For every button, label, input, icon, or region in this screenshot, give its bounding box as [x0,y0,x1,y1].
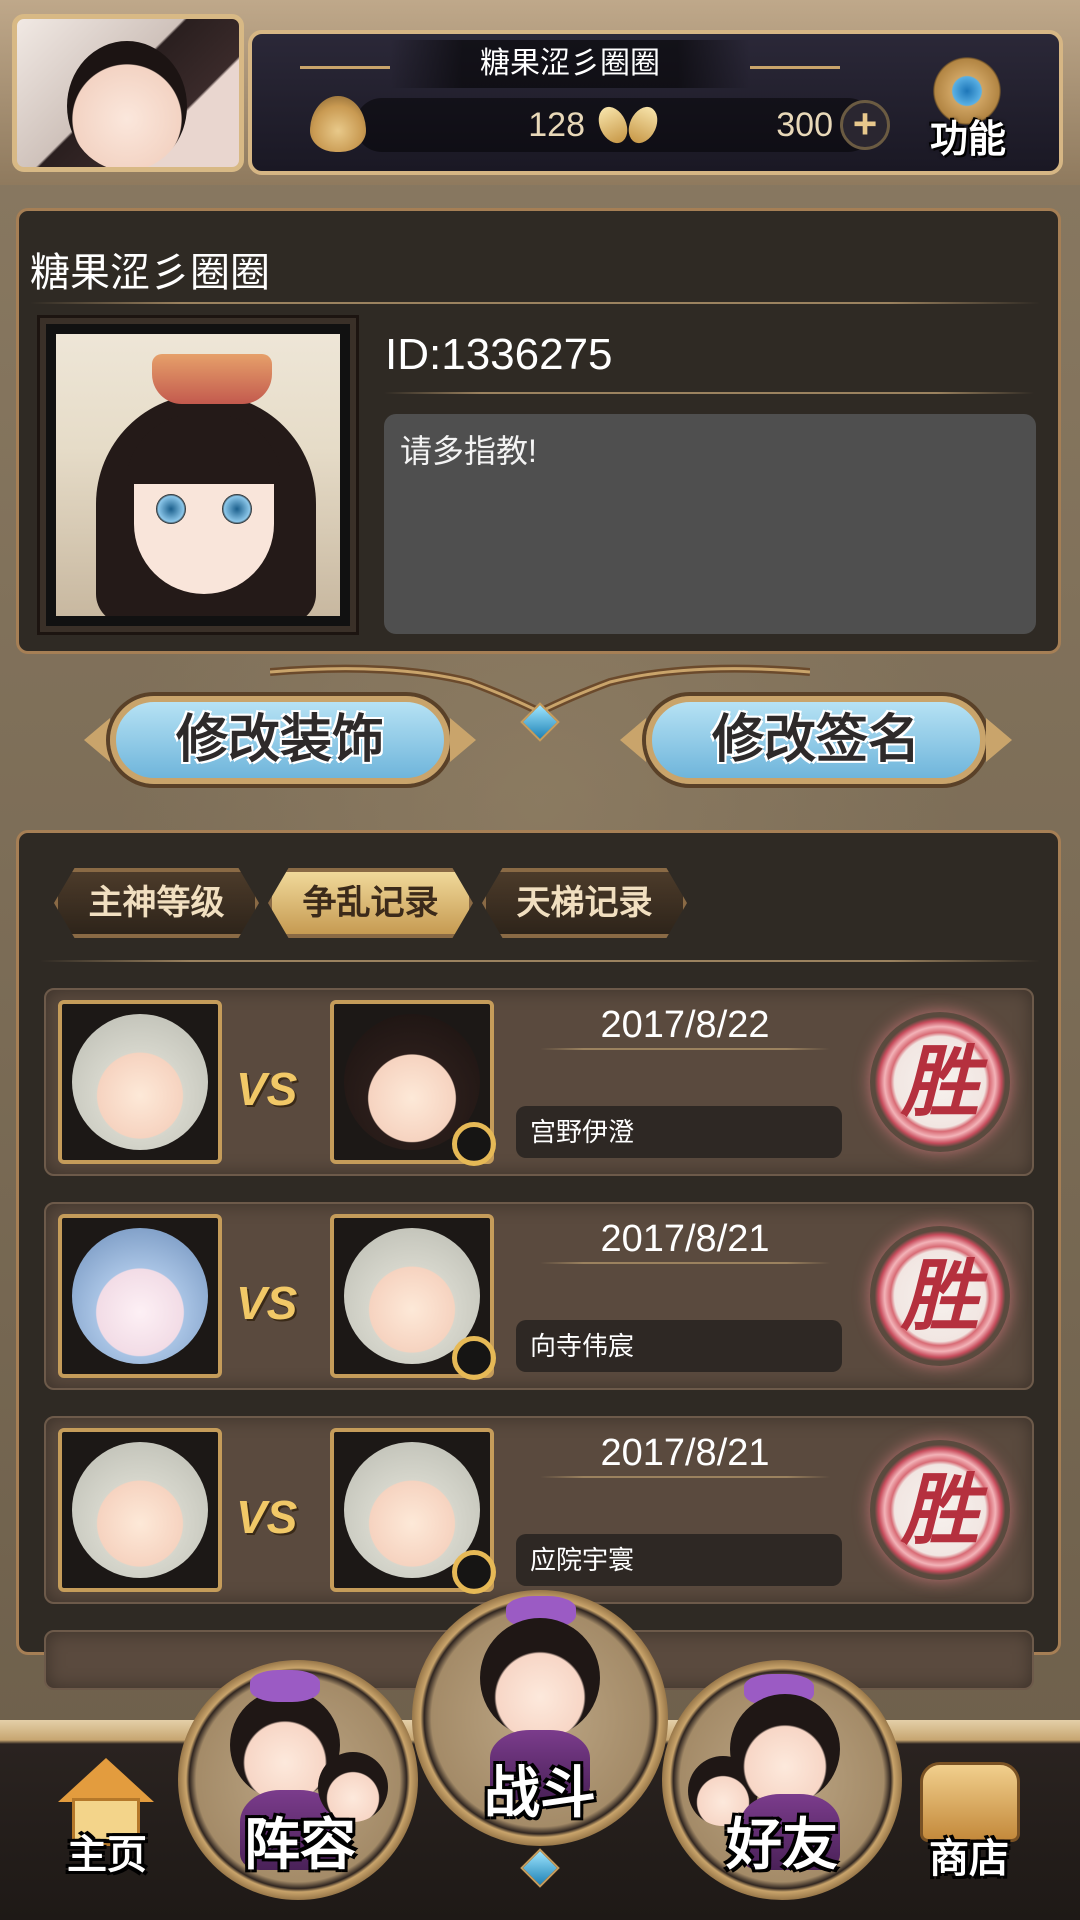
id-divider [384,392,1034,394]
own-hero-portrait [58,1428,222,1592]
own-hero-portrait [58,1000,222,1164]
tab-conflict-record[interactable]: 争乱记录 [268,868,473,938]
name-ornament-left [300,66,390,69]
portrait-art [56,334,340,616]
record-divider [540,1262,830,1264]
right-button-tip-left [620,718,646,762]
record-date: 2017/8/21 [600,1218,770,1260]
win-badge: 胜 [870,1440,1010,1580]
nav-shop-label[interactable]: 商店 [914,1826,1024,1884]
vs-label: VS [236,1063,298,1115]
nav-lineup-label[interactable]: 阵容 [220,1800,380,1881]
left-button-tip [84,718,110,762]
left-button-tip-right [450,718,476,762]
win-badge: 胜 [870,1226,1010,1366]
opponent-name: 向寺伟宸 [516,1320,842,1372]
signature-text: 请多指教! [384,414,1036,634]
magnifier-icon[interactable] [452,1122,496,1166]
record-divider [540,1048,830,1050]
player-avatar[interactable] [12,14,244,172]
tabs-divider [40,960,1040,962]
nav-home-label[interactable]: 主页 [52,1822,162,1880]
opponent-name: 应院宇寰 [516,1534,842,1586]
player-id: ID:1336275 [385,330,613,379]
resource-a-value: 128 [528,106,585,144]
record-date: 2017/8/21 [600,1432,770,1474]
profile-divider [30,302,1040,304]
resource-b-value: 300 [776,106,833,144]
edit-signature-button[interactable]: 修改签名 [646,696,986,784]
name-ornament-right [750,66,840,69]
vs-label: VS [236,1277,298,1329]
opponent-name: 宫野伊澄 [516,1106,842,1158]
profile-portrait[interactable] [37,315,359,635]
tab-god-level[interactable]: 主神等级 [54,868,259,938]
magnifier-icon[interactable] [452,1550,496,1594]
record-date: 2017/8/22 [600,1004,770,1046]
vs-label: VS [236,1491,298,1543]
right-button-tip [986,718,1012,762]
tab-ladder-record[interactable]: 天梯记录 [482,868,687,938]
profile-name: 糖果涩彡圈圈 [30,251,270,295]
nav-battle-label[interactable]: 战斗 [460,1748,620,1829]
nav-friends-label[interactable]: 好友 [702,1800,862,1881]
butterfly-icon [593,100,663,150]
plus-icon[interactable]: + [840,100,890,150]
header-player-name: 糖果涩彡圈圈 [390,40,750,88]
win-badge: 胜 [870,1012,1010,1152]
magnifier-icon[interactable] [452,1336,496,1380]
avatar-face [67,41,187,167]
function-button-label[interactable]: 功能 [918,108,1018,163]
edit-decoration-button[interactable]: 修改装饰 [110,696,450,784]
own-hero-portrait [58,1214,222,1378]
record-divider [540,1476,830,1478]
